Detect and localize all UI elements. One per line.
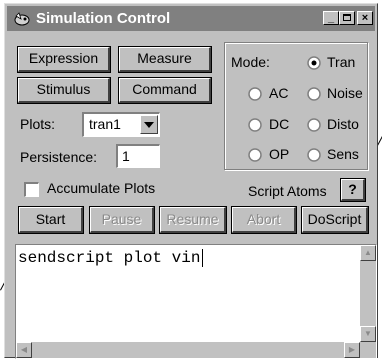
radio-sens-label: Sens	[327, 146, 359, 162]
script-atoms-icon: ?	[348, 181, 357, 197]
scroll-right-button[interactable]: ▶	[344, 342, 360, 358]
window-title: Simulation Control	[36, 10, 171, 27]
plots-label: Plots:	[20, 116, 56, 132]
script-atoms-button[interactable]: ?	[341, 179, 365, 201]
doscript-button[interactable]: DoScript	[302, 207, 368, 233]
radio-ac-label: AC	[269, 85, 289, 101]
mode-label: Mode:	[231, 54, 270, 70]
script-textarea[interactable]: sendscript plot vin ▲ ▼ ◀ ▶	[15, 244, 377, 359]
chevron-down-icon	[144, 122, 154, 128]
plots-select[interactable]: tran1	[82, 112, 160, 137]
radio-dc-label: DC	[269, 116, 290, 132]
command-button[interactable]: Command	[119, 78, 211, 103]
measure-button[interactable]: Measure	[119, 47, 211, 72]
radio-op[interactable]	[248, 148, 262, 162]
radio-dc[interactable]	[248, 118, 262, 132]
radio-op-label: OP	[269, 146, 290, 162]
scroll-up-button[interactable]: ▲	[360, 245, 376, 261]
persistence-input[interactable]: 1	[116, 144, 160, 168]
stimulus-button[interactable]: Stimulus	[18, 78, 110, 103]
minimize-icon: _	[327, 12, 335, 24]
radio-tran[interactable]	[307, 56, 321, 70]
radio-noise[interactable]	[307, 87, 321, 101]
resize-grip-icon[interactable]	[360, 342, 376, 358]
radio-sens[interactable]	[307, 148, 321, 162]
arrow-left-icon: ◀	[20, 345, 28, 354]
arrow-down-icon: ▼	[364, 329, 372, 338]
radio-disto-label: Disto	[327, 116, 359, 132]
minimize-button[interactable]: _	[323, 11, 339, 25]
radio-noise-label: Noise	[327, 85, 363, 101]
radio-disto[interactable]	[307, 118, 321, 132]
title-bar[interactable]: Simulation Control _ ×	[7, 6, 375, 31]
resume-button[interactable]: Resume	[160, 207, 226, 233]
app-icon	[14, 12, 30, 26]
scroll-left-button[interactable]: ◀	[16, 342, 32, 358]
pause-button[interactable]: Pause	[90, 207, 154, 233]
close-button[interactable]: ×	[357, 11, 373, 25]
expression-button[interactable]: Expression	[18, 47, 110, 72]
radio-tran-label: Tran	[327, 54, 356, 70]
accumulate-plots-label: Accumulate Plots	[47, 180, 156, 196]
arrow-up-icon: ▲	[364, 248, 372, 257]
scroll-down-button[interactable]: ▼	[360, 326, 376, 342]
vertical-scrollbar[interactable]: ▲ ▼	[360, 245, 376, 342]
close-icon: ×	[361, 12, 369, 24]
text-caret	[202, 249, 203, 267]
script-text: sendscript plot vin	[18, 249, 201, 267]
start-button[interactable]: Start	[19, 207, 83, 233]
plots-selected-value: tran1	[89, 116, 121, 132]
maximize-button[interactable]	[339, 11, 355, 25]
script-atoms-label: Script Atoms	[248, 183, 327, 199]
persistence-label: Persistence:	[20, 149, 98, 165]
accumulate-plots-checkbox[interactable]	[24, 182, 39, 197]
abort-button[interactable]: Abort	[232, 207, 296, 233]
simulation-control-window: Simulation Control _ × Expression Measur…	[4, 3, 378, 359]
arrow-right-icon: ▶	[348, 345, 356, 354]
maximize-icon	[343, 14, 351, 21]
plots-dropdown-button[interactable]	[140, 115, 158, 134]
horizontal-scrollbar[interactable]: ◀ ▶	[16, 342, 360, 358]
radio-ac[interactable]	[248, 87, 262, 101]
persistence-value: 1	[122, 148, 130, 164]
